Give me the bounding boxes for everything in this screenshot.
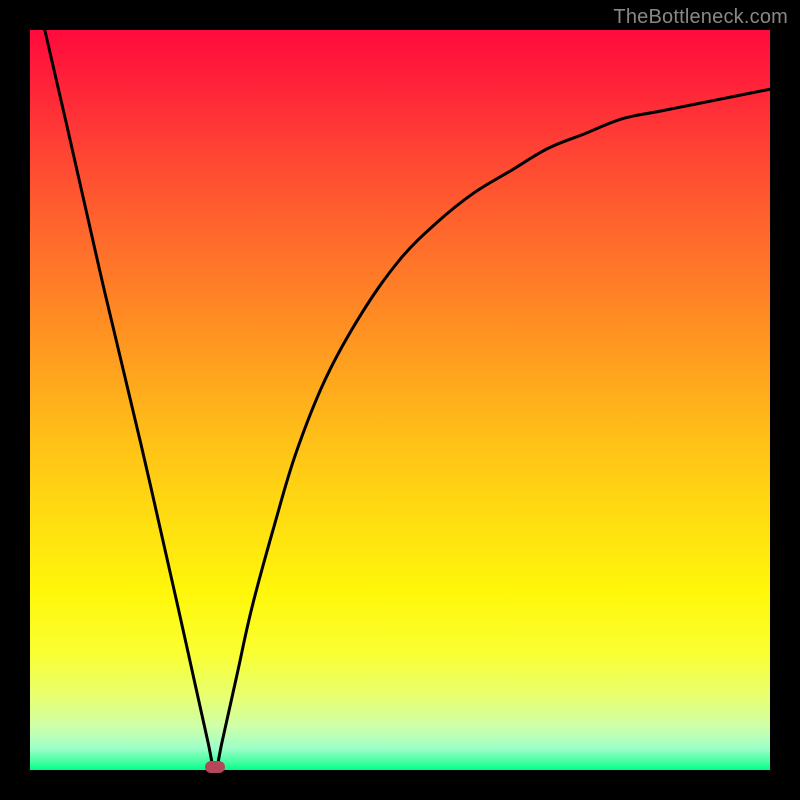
minimum-marker xyxy=(205,761,225,773)
chart-curve xyxy=(30,30,770,770)
watermark-text: TheBottleneck.com xyxy=(613,6,788,29)
chart-plot-area xyxy=(30,30,770,770)
